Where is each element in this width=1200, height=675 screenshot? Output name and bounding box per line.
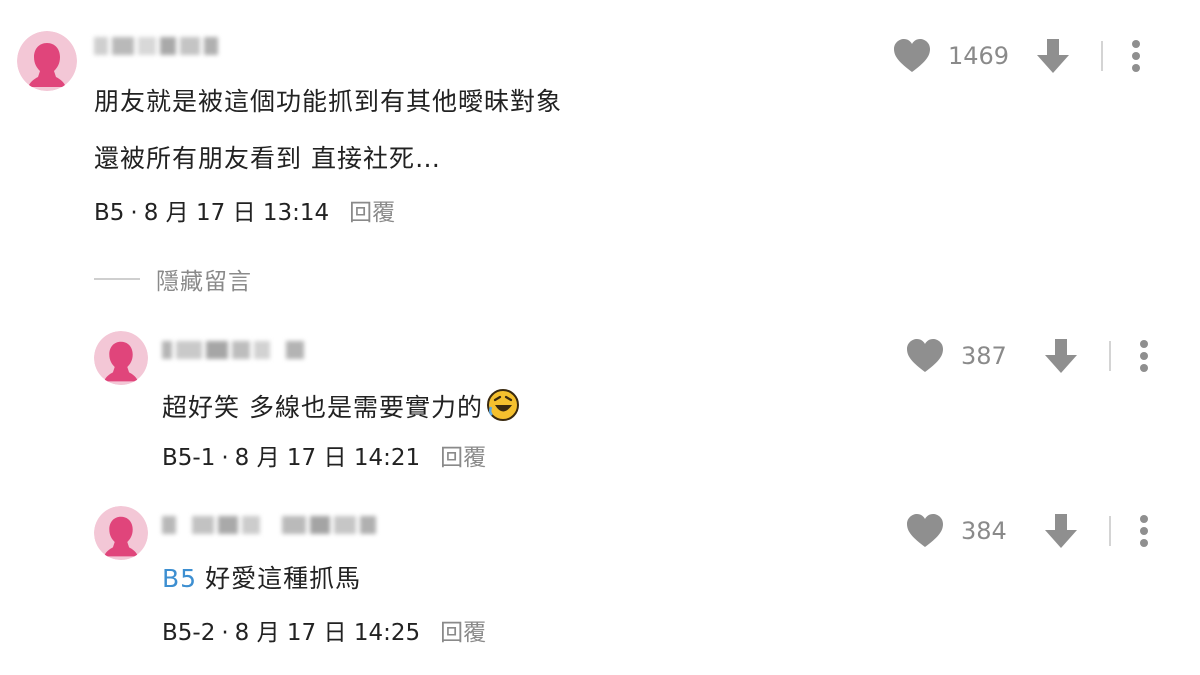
female-silhouette-icon <box>94 331 148 385</box>
dislike-button[interactable] <box>1043 337 1079 375</box>
username-blurred[interactable] <box>162 513 376 537</box>
avatar[interactable] <box>94 506 148 560</box>
comment-actions: 1469 <box>892 36 1141 76</box>
dislike-button[interactable] <box>1043 512 1079 550</box>
more-options-button[interactable] <box>1131 39 1141 73</box>
heart-icon <box>907 514 943 547</box>
arrow-down-icon <box>1045 514 1077 548</box>
more-vertical-icon <box>1140 340 1148 372</box>
username-blurred[interactable] <box>162 338 304 362</box>
female-silhouette-icon <box>17 31 77 91</box>
like-count: 387 <box>961 342 1007 370</box>
arrow-down-icon <box>1045 339 1077 373</box>
floor-number[interactable]: B5-2 <box>162 620 215 646</box>
hide-replies-toggle[interactable]: 隱藏留言 <box>94 262 252 296</box>
comment-date: 8 月 17 日 13:14 <box>143 200 330 226</box>
divider <box>1109 516 1111 546</box>
reply-button[interactable]: 回覆 <box>440 620 486 646</box>
heart-icon <box>907 339 943 372</box>
comment-text-line-1: 超好笑 多線也是需要實力的 <box>162 388 520 430</box>
floor-number[interactable]: B5-1 <box>162 445 215 471</box>
like-button[interactable]: 384 <box>905 513 1021 549</box>
avatar[interactable] <box>94 331 148 385</box>
comment-meta: B5-1 · 8 月 17 日 14:21 回覆 <box>162 445 487 471</box>
like-count: 384 <box>961 517 1007 545</box>
comment-thread: 朋友就是被這個功能抓到有其他曖昧對象 還被所有朋友看到 直接社死… B5 · 8 月… <box>0 0 1200 675</box>
arrow-down-icon <box>1037 39 1070 73</box>
more-options-button[interactable] <box>1139 514 1149 548</box>
more-options-button[interactable] <box>1139 339 1149 373</box>
hide-replies-label: 隱藏留言 <box>156 269 252 295</box>
comment-text-line-2: 還被所有朋友看到 直接社死… <box>94 144 441 173</box>
female-silhouette-icon <box>94 506 148 560</box>
comment-meta: B5-2 · 8 月 17 日 14:25 回覆 <box>162 620 487 646</box>
comment-text: 超好笑 多線也是需要實力的 <box>162 393 483 422</box>
dislike-button[interactable] <box>1035 37 1071 75</box>
avatar[interactable] <box>17 31 77 91</box>
comment-text: 好愛這種抓馬 <box>205 564 362 593</box>
floor-number[interactable]: B5 <box>94 200 124 226</box>
reply-button[interactable]: 回覆 <box>440 445 486 471</box>
like-count: 1469 <box>948 42 1010 70</box>
mention-link[interactable]: B5 <box>162 564 197 593</box>
more-vertical-icon <box>1140 515 1148 547</box>
like-button[interactable]: 1469 <box>892 38 1009 74</box>
comment-meta: B5 · 8 月 17 日 13:14 回覆 <box>94 200 396 226</box>
username-blurred[interactable] <box>94 34 218 58</box>
comment-actions: 384 <box>905 511 1149 551</box>
comment-date: 8 月 17 日 14:21 <box>234 445 421 471</box>
toggle-line <box>94 278 140 280</box>
rolling-on-floor-laughing-emoji <box>486 388 520 430</box>
comment-actions: 387 <box>905 336 1149 376</box>
divider <box>1101 41 1104 71</box>
reply-button[interactable]: 回覆 <box>349 200 395 226</box>
divider <box>1109 341 1111 371</box>
heart-icon <box>894 39 930 72</box>
comment-date: 8 月 17 日 14:25 <box>234 620 421 646</box>
like-button[interactable]: 387 <box>905 338 1021 374</box>
comment-text-line-1: 朋友就是被這個功能抓到有其他曖昧對象 <box>94 87 563 116</box>
more-vertical-icon <box>1132 40 1141 72</box>
comment-text-line-1: B5 好愛這種抓馬 <box>162 563 361 595</box>
